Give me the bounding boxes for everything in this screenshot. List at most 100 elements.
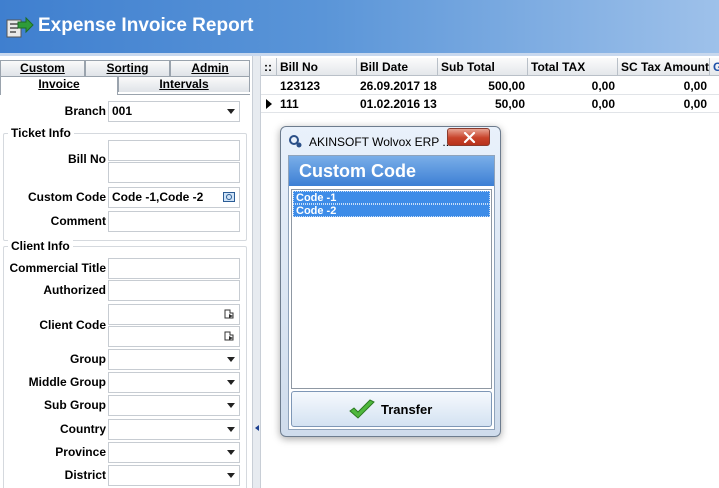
comment-label: Comment [50,214,106,228]
col-sub-total[interactable]: Sub Total [438,58,528,76]
branch-label: Branch [64,104,106,118]
chevron-down-icon [227,450,235,455]
tab-invoice[interactable]: Invoice [0,76,118,95]
authorized-label: Authorized [43,283,106,297]
client-code-from-input[interactable] [108,304,240,325]
chevron-down-icon [227,380,235,385]
country-row: Country [0,419,250,440]
tab-sorting[interactable]: Sorting [85,60,170,76]
custom-code-input[interactable]: Code -1,Code -2 [108,187,240,208]
commercial-title-label: Commercial Title [9,261,106,275]
tab-sorting-label: Sorting [106,61,149,75]
client-code-label: Client Code [39,318,106,332]
current-row-indicator-icon [266,99,272,109]
page-title: Expense Invoice Report [38,15,254,36]
chevron-down-icon [227,427,235,432]
commercial-title-input[interactable] [108,258,240,279]
bill-no-to-input[interactable] [108,162,240,183]
group-row: Group [0,349,250,370]
client-code-row: Client Code [0,304,250,348]
dialog-title: AKINSOFT Wolvox ERP ... [309,135,453,149]
custom-code-label: Custom Code [28,190,106,204]
cell-total-tax: 0,00 [591,79,615,93]
custom-code-value: Code -1,Code -2 [112,190,204,204]
col-g[interactable]: G [710,58,719,76]
chevron-down-icon [227,109,235,114]
custom-code-dialog: AKINSOFT Wolvox ERP ... Custom Code Code… [280,126,501,437]
title-bar: Expense Invoice Report [0,0,719,53]
custom-code-list[interactable]: Code -1 Code -2 [291,189,492,389]
sub-group-row: Sub Group [0,395,250,416]
chevron-down-icon [227,357,235,362]
tab-row-bottom: Invoice Intervals [0,76,250,95]
custom-code-row: Custom Code Code -1,Code -2 [0,187,250,208]
cell-bill-date: 01.02.2016 13 [360,97,437,111]
cell-bill-date: 26.09.2017 18 [360,79,437,93]
list-item[interactable]: Code -1 [293,191,490,204]
authorized-input[interactable] [108,280,240,301]
collapse-arrow-icon[interactable] [255,425,259,431]
comment-input[interactable] [108,211,240,232]
filter-panel: Custom Sorting Admin Invoice Intervals B… [0,56,252,488]
cell-sc-tax: 0,00 [683,79,707,93]
client-info-title: Client Info [8,239,73,253]
col-total-tax[interactable]: Total TAX [528,58,618,76]
authorized-row: Authorized [0,280,250,301]
dialog-close-button[interactable] [447,128,490,146]
middle-group-label: Middle Group [28,375,106,389]
col-bill-no[interactable]: Bill No [277,58,357,76]
tab-intervals[interactable]: Intervals [118,76,250,92]
country-label: Country [60,422,106,436]
client-code-to-input[interactable] [108,326,240,347]
group-select[interactable] [108,349,240,370]
district-row: District [0,465,250,486]
col-bill-date[interactable]: Bill Date [357,58,438,76]
grid-header: :: Bill No Bill Date Sub Total Total TAX… [261,58,719,76]
middle-group-select[interactable] [108,372,240,393]
akinsoft-logo-icon [289,135,302,148]
dialog-heading-bar: Custom Code [289,156,494,186]
group-label: Group [70,352,106,366]
tab-row-top: Custom Sorting Admin [0,60,250,76]
dialog-heading: Custom Code [299,161,416,181]
lookup-icon[interactable] [223,308,235,320]
bill-no-row: Bill No [0,140,250,184]
province-select[interactable] [108,442,240,463]
cell-sub-total: 50,00 [494,97,525,111]
tab-invoice-label: Invoice [38,77,80,91]
transfer-button[interactable]: Transfer [291,391,492,427]
district-select[interactable] [108,465,240,486]
sub-group-select[interactable] [108,395,240,416]
lookup-icon[interactable] [223,330,235,342]
panel-splitter[interactable] [252,56,261,488]
commercial-title-row: Commercial Title [0,258,250,279]
chevron-down-icon [227,403,235,408]
province-row: Province [0,442,250,463]
col-sc-tax-amount[interactable]: SC Tax Amount [618,58,710,76]
row-selector-header[interactable]: :: [261,58,277,76]
picker-icon[interactable] [223,191,235,203]
cell-bill-no: 111 [280,97,299,111]
middle-group-row: Middle Group [0,372,250,393]
list-item[interactable]: Code -2 [293,204,490,217]
tab-custom[interactable]: Custom [0,60,85,76]
bill-no-from-input[interactable] [108,140,240,161]
cell-bill-no: 123123 [280,79,321,93]
tab-strip-line [118,94,250,95]
report-app-icon [6,16,34,38]
cell-total-tax: 0,00 [591,97,615,111]
country-select[interactable] [108,419,240,440]
table-row[interactable]: 111 01.02.2016 13 50,00 0,00 0,00 [261,95,719,113]
ticket-info-title: Ticket Info [8,126,74,140]
branch-row: Branch 001 [0,101,250,122]
tab-custom-label: Custom [20,61,65,75]
branch-value: 001 [112,104,133,118]
tab-admin-label: Admin [191,61,229,75]
table-row[interactable]: 123123 26.09.2017 18 500,00 0,00 0,00 [261,77,719,95]
chevron-down-icon [227,473,235,478]
sub-group-label: Sub Group [44,398,106,412]
close-icon [463,132,476,143]
cell-sub-total: 500,00 [488,79,525,93]
tab-admin[interactable]: Admin [170,60,250,76]
branch-select[interactable]: 001 [108,101,240,122]
